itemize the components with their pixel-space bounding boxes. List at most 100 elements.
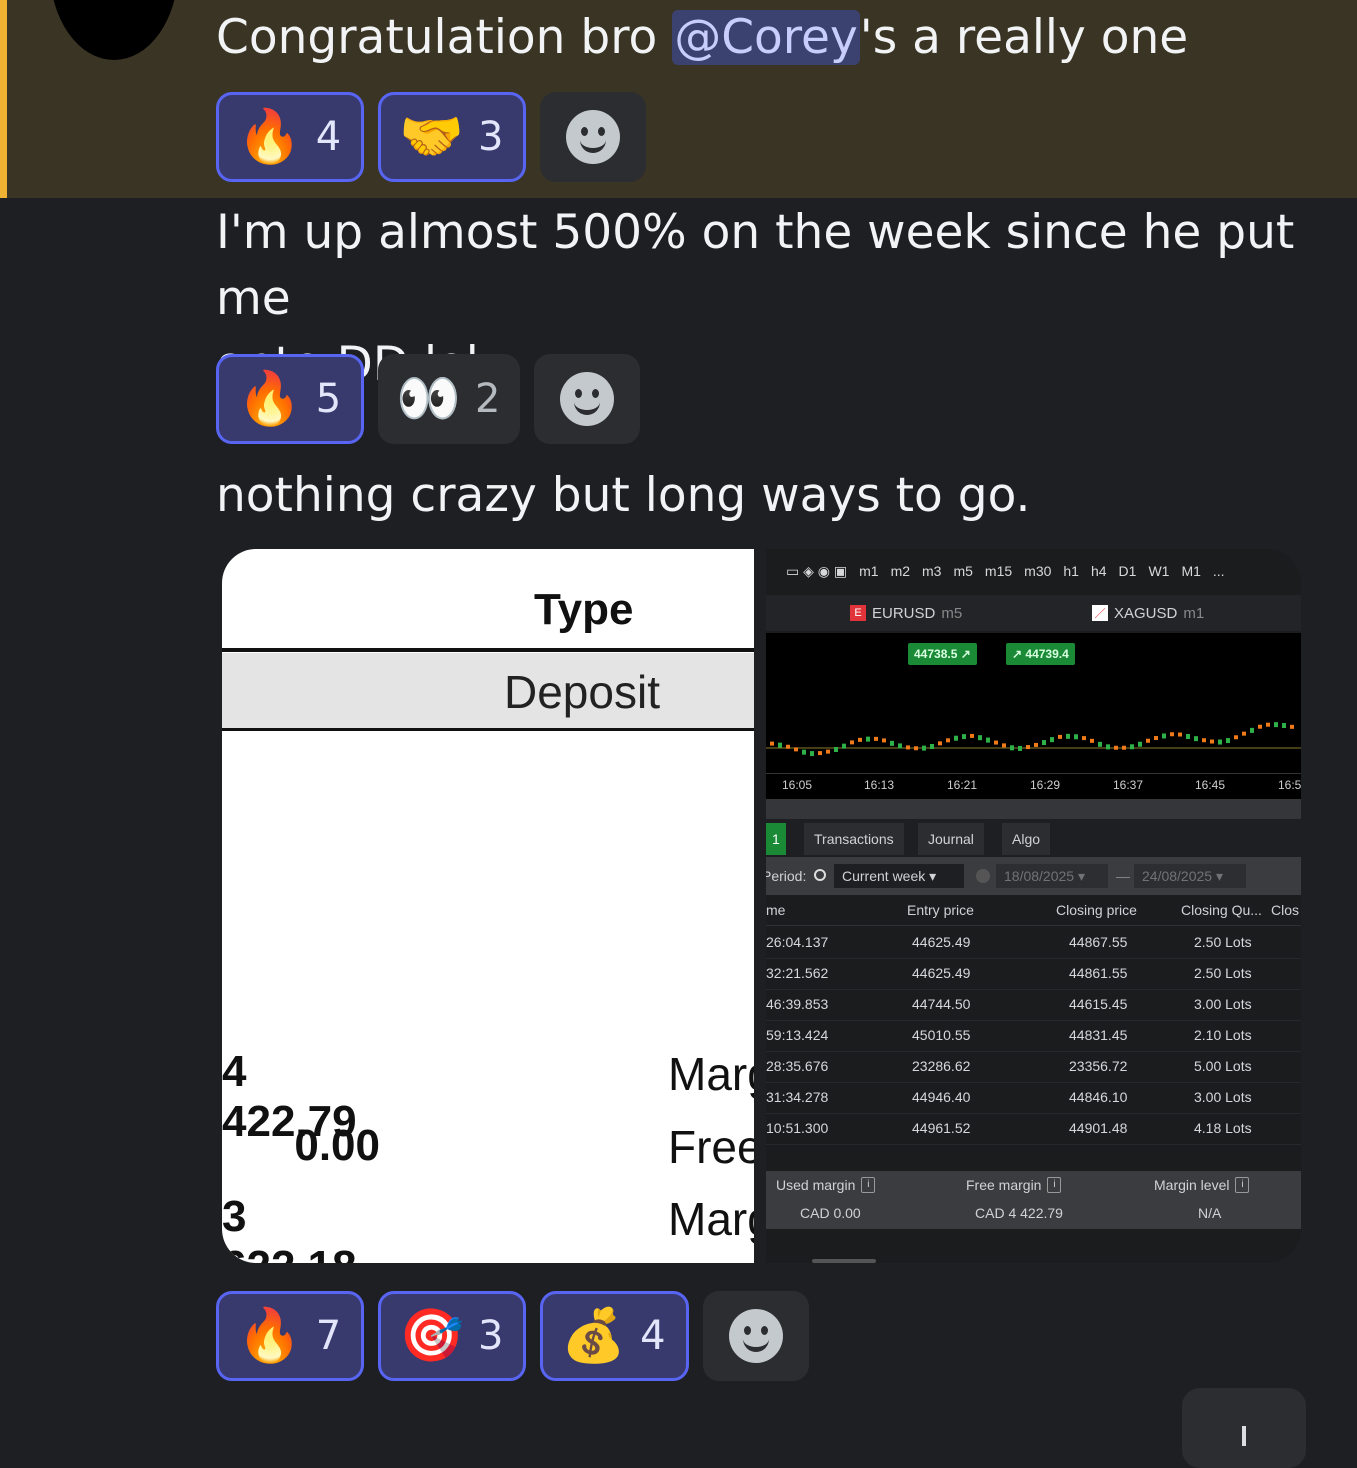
add-reaction-button[interactable]	[702, 1291, 809, 1381]
margin-level-label: Margin level i	[1154, 1177, 1250, 1193]
table-row[interactable]: 32:21.562 44625.49 44861.55 2.50 Lots	[766, 958, 1301, 990]
column-header[interactable]: Closing price	[1056, 902, 1137, 918]
type-header: Type	[534, 585, 634, 634]
custom-radio[interactable]	[976, 869, 990, 883]
tab-algo[interactable]: Algo	[1002, 823, 1051, 855]
reaction-handshake[interactable]: 🤝 3	[378, 92, 527, 182]
time-tick: 16:29	[1030, 778, 1061, 792]
date-from: 18/08/2025	[1004, 868, 1075, 884]
candle	[986, 737, 990, 743]
table-cell: 3.00 Lots	[1194, 996, 1252, 1012]
column-header[interactable]: Closing Qu...	[1181, 902, 1262, 918]
time-axis: 16:05 16:13 16:21 16:29 16:37 16:45 16:5	[766, 773, 1301, 800]
table-cell: 10:51.300	[766, 1120, 829, 1136]
table-cell: 44961.52	[912, 1120, 971, 1136]
table-cell: 45010.55	[912, 1027, 971, 1043]
table-cell: 44625.49	[912, 934, 971, 950]
tab-count[interactable]: 1	[766, 823, 786, 855]
reaction-fire[interactable]: 🔥 5	[216, 354, 365, 444]
reaction-fire[interactable]: 🔥 4	[216, 92, 365, 182]
timeframe-item[interactable]: h4	[1091, 563, 1107, 579]
reaction-eyes[interactable]: 👀 2	[378, 354, 521, 444]
symbol-tab-1[interactable]: E EURUSD m5	[850, 605, 962, 622]
column-header[interactable]: Clos	[1271, 902, 1299, 918]
candle	[1074, 734, 1078, 740]
candle	[1066, 733, 1070, 739]
candle	[1202, 738, 1206, 743]
reaction-fire[interactable]: 🔥 7	[216, 1291, 365, 1381]
reaction-bar: 🔥 7 🎯 3 💰 4	[216, 1291, 809, 1381]
candle	[778, 742, 782, 748]
candle	[890, 740, 894, 746]
candle	[882, 738, 886, 743]
timeframe-item[interactable]: h1	[1063, 563, 1079, 579]
reaction-count: 4	[315, 114, 342, 160]
timeframe-item[interactable]: m30	[1024, 563, 1051, 579]
candle	[1274, 722, 1278, 728]
flag-icon: E	[850, 605, 866, 621]
table-row[interactable]: 26:04.137 44625.49 44867.55 2.50 Lots	[766, 927, 1301, 959]
candle	[794, 747, 798, 752]
period-dropdown[interactable]: Current week ▾	[834, 864, 964, 888]
candle	[802, 749, 806, 755]
timeframe-item[interactable]: M1	[1181, 563, 1200, 579]
jump-to-present-button[interactable]	[1182, 1388, 1306, 1468]
message-text: nothing crazy but long ways to go.	[216, 468, 1031, 523]
tab-transactions[interactable]: Transactions	[804, 823, 904, 855]
info-icon[interactable]: i	[1235, 1177, 1250, 1193]
message-text: I'm up almost 500% on the week since he …	[216, 205, 1295, 326]
add-reaction-button[interactable]	[534, 354, 641, 444]
scrollbar[interactable]	[812, 1259, 876, 1263]
timeframe-item[interactable]: m5	[953, 563, 972, 579]
image-attachment-2[interactable]: ▭ ◈ ◉ ▣ m1 m2 m3 m5 m15 m30 h1 h4 D1 W1 …	[766, 549, 1301, 1263]
table-row[interactable]: 46:39.853 44744.50 44615.45 3.00 Lots	[766, 989, 1301, 1021]
table-cell: 2.50 Lots	[1194, 934, 1252, 950]
table-cell: 31:34.278	[766, 1089, 829, 1105]
candle	[1210, 739, 1214, 744]
time-tick: 16:5	[1278, 778, 1301, 792]
candle	[770, 741, 774, 746]
fire-emoji: 🔥	[237, 369, 302, 429]
reaction-count: 5	[315, 376, 342, 422]
info-icon[interactable]: i	[1047, 1177, 1062, 1193]
candle	[1106, 744, 1110, 750]
timeframe-item[interactable]: m3	[922, 563, 941, 579]
reaction-dart[interactable]: 🎯 3	[378, 1291, 527, 1381]
panel-splitter[interactable]	[766, 799, 1301, 819]
row-label: Free	[668, 1121, 754, 1173]
date-from-field[interactable]: 18/08/2025 ▾	[996, 864, 1108, 888]
info-icon[interactable]: i	[861, 1177, 876, 1193]
period-radio[interactable]	[814, 869, 826, 881]
more-icon[interactable]: ...	[1213, 563, 1225, 579]
timeframe-item[interactable]: W1	[1148, 563, 1169, 579]
table-cell: 3.00 Lots	[1194, 1089, 1252, 1105]
user-mention[interactable]: @Corey	[672, 10, 860, 65]
table-cell: 32:21.562	[766, 965, 829, 981]
table-row[interactable]: 10:51.300 44961.52 44901.48 4.18 Lots	[766, 1113, 1301, 1145]
image-attachment-1[interactable]: Type Deposit 4 422.79 0.00 3 622.18 Marg…	[222, 549, 754, 1263]
ask-price-tag[interactable]: ↗ 44739.4	[1006, 643, 1075, 665]
period-label: Period:	[766, 868, 807, 884]
table-row[interactable]: 31:34.278 44946.40 44846.10 3.00 Lots	[766, 1082, 1301, 1114]
table-cell: 44744.50	[912, 996, 971, 1012]
symbol-tab-2[interactable]: ／ XAGUSD m1	[1092, 605, 1204, 622]
timeframe-item[interactable]: m2	[891, 563, 910, 579]
table-cell: 44615.45	[1069, 996, 1128, 1012]
table-row[interactable]: 28:35.676 23286.62 23356.72 5.00 Lots	[766, 1051, 1301, 1083]
table-row[interactable]: 59:13.424 45010.55 44831.45 2.10 Lots	[766, 1020, 1301, 1052]
column-header[interactable]: Entry price	[907, 902, 974, 918]
candle	[850, 740, 854, 745]
candle	[1258, 724, 1262, 729]
add-reaction-button[interactable]	[540, 92, 647, 182]
table-cell: 44625.49	[912, 965, 971, 981]
reaction-money-bag[interactable]: 💰 4	[540, 1291, 689, 1381]
timeframe-item[interactable]: D1	[1119, 563, 1137, 579]
timeframe-item[interactable]: m1	[859, 563, 878, 579]
date-to-field[interactable]: 24/08/2025 ▾	[1134, 864, 1246, 888]
ask-price: 44739.4	[1025, 647, 1069, 661]
timeframe-item[interactable]: m15	[985, 563, 1012, 579]
bid-price-tag[interactable]: 44738.5 ↗	[908, 643, 977, 665]
tab-journal[interactable]: Journal	[918, 823, 984, 855]
candle	[1154, 736, 1158, 741]
column-header[interactable]: me	[766, 902, 785, 918]
